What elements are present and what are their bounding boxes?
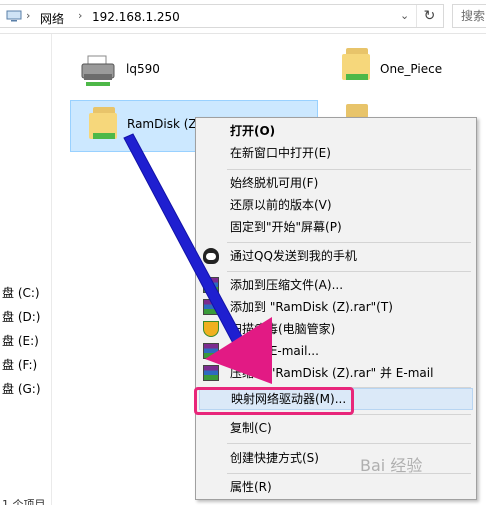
menu-item-label: 添加到压缩文件(A)... [230, 278, 344, 292]
item-label: RamDisk (Z) [127, 117, 202, 131]
menu-item-scan-virus[interactable]: 扫描病毒(电脑管家) [199, 318, 473, 340]
menu-item-pin-start[interactable]: 固定到"开始"屏幕(P) [199, 216, 473, 238]
menu-item-compress-email[interactable]: 压缩并 E-mail... [199, 340, 473, 362]
refresh-icon[interactable]: ↻ [416, 5, 442, 27]
menu-item-copy[interactable]: 复制(C) [199, 417, 473, 439]
menu-item-restore-versions[interactable]: 还原以前的版本(V) [199, 194, 473, 216]
menu-separator [227, 242, 471, 243]
item-label: One_Piece [380, 62, 443, 76]
highlight-box [194, 387, 354, 415]
menu-separator [227, 271, 471, 272]
menu-item-open[interactable]: 打开(O) [199, 120, 473, 142]
nav-drive-e[interactable]: 盘 (E:) [2, 332, 39, 349]
item-one-piece[interactable]: One_Piece [340, 48, 480, 92]
menu-item-label: 添加到 "RamDisk (Z).rar"(T) [230, 300, 393, 314]
qq-icon [203, 248, 219, 264]
address-field[interactable]: › 网络 › 192.168.1.250 ⌄ ↻ [0, 4, 444, 28]
menu-item-qq-send[interactable]: 通过QQ发送到我的手机 [199, 245, 473, 267]
winrar-icon [203, 365, 219, 381]
menu-separator [227, 169, 471, 170]
item-label: lq590 [126, 62, 160, 76]
breadcrumb-network[interactable]: 网络 [40, 10, 64, 27]
menu-item-create-shortcut[interactable]: 创建快捷方式(S) [199, 447, 473, 469]
shield-icon [203, 321, 219, 337]
menu-item-label: 通过QQ发送到我的手机 [230, 249, 357, 263]
menu-separator [227, 473, 471, 474]
nav-drive-f[interactable]: 盘 (F:) [2, 356, 37, 373]
item-lq590[interactable]: lq590 [80, 52, 200, 96]
chevron-right-icon[interactable]: › [26, 9, 30, 22]
menu-item-label: 扫描病毒(电脑管家) [230, 322, 336, 336]
context-menu: 打开(O) 在新窗口中打开(E) 始终脱机可用(F) 还原以前的版本(V) 固定… [195, 117, 477, 500]
printer-icon [81, 55, 115, 86]
navigation-pane: 盘 (C:) 盘 (D:) 盘 (E:) 盘 (F:) 盘 (G:) [0, 34, 52, 505]
nav-drive-d[interactable]: 盘 (D:) [2, 308, 40, 325]
search-input[interactable]: 搜索 [452, 4, 486, 28]
network-icon [6, 10, 22, 22]
status-bar-count: 1 个项目 [2, 498, 46, 505]
chevron-down-icon[interactable]: ⌄ [400, 9, 409, 22]
menu-item-label: 压缩到 "RamDisk (Z).rar" 并 E-mail [230, 366, 434, 380]
network-folder-icon [342, 48, 370, 80]
menu-item-add-archive[interactable]: 添加到压缩文件(A)... [199, 274, 473, 296]
nav-drive-g[interactable]: 盘 (G:) [2, 380, 41, 397]
menu-item-compress-rar-email[interactable]: 压缩到 "RamDisk (Z).rar" 并 E-mail [199, 362, 473, 384]
menu-item-open-new-window[interactable]: 在新窗口中打开(E) [199, 142, 473, 164]
address-bar: › 网络 › 192.168.1.250 ⌄ ↻ 搜索 [0, 0, 486, 34]
menu-item-properties[interactable]: 属性(R) [199, 476, 473, 498]
winrar-icon [203, 343, 219, 359]
winrar-icon [203, 299, 219, 315]
menu-item-label: 压缩并 E-mail... [230, 344, 319, 358]
network-folder-icon [89, 107, 117, 139]
menu-item-add-to-rar[interactable]: 添加到 "RamDisk (Z).rar"(T) [199, 296, 473, 318]
menu-item-always-offline[interactable]: 始终脱机可用(F) [199, 172, 473, 194]
nav-drive-c[interactable]: 盘 (C:) [2, 284, 40, 301]
chevron-right-icon[interactable]: › [78, 9, 82, 22]
winrar-icon [203, 277, 219, 293]
menu-separator [227, 443, 471, 444]
network-folder-icon [342, 104, 370, 118]
breadcrumb-host[interactable]: 192.168.1.250 [92, 10, 180, 24]
watermark: Bai 经验 [360, 456, 423, 475]
